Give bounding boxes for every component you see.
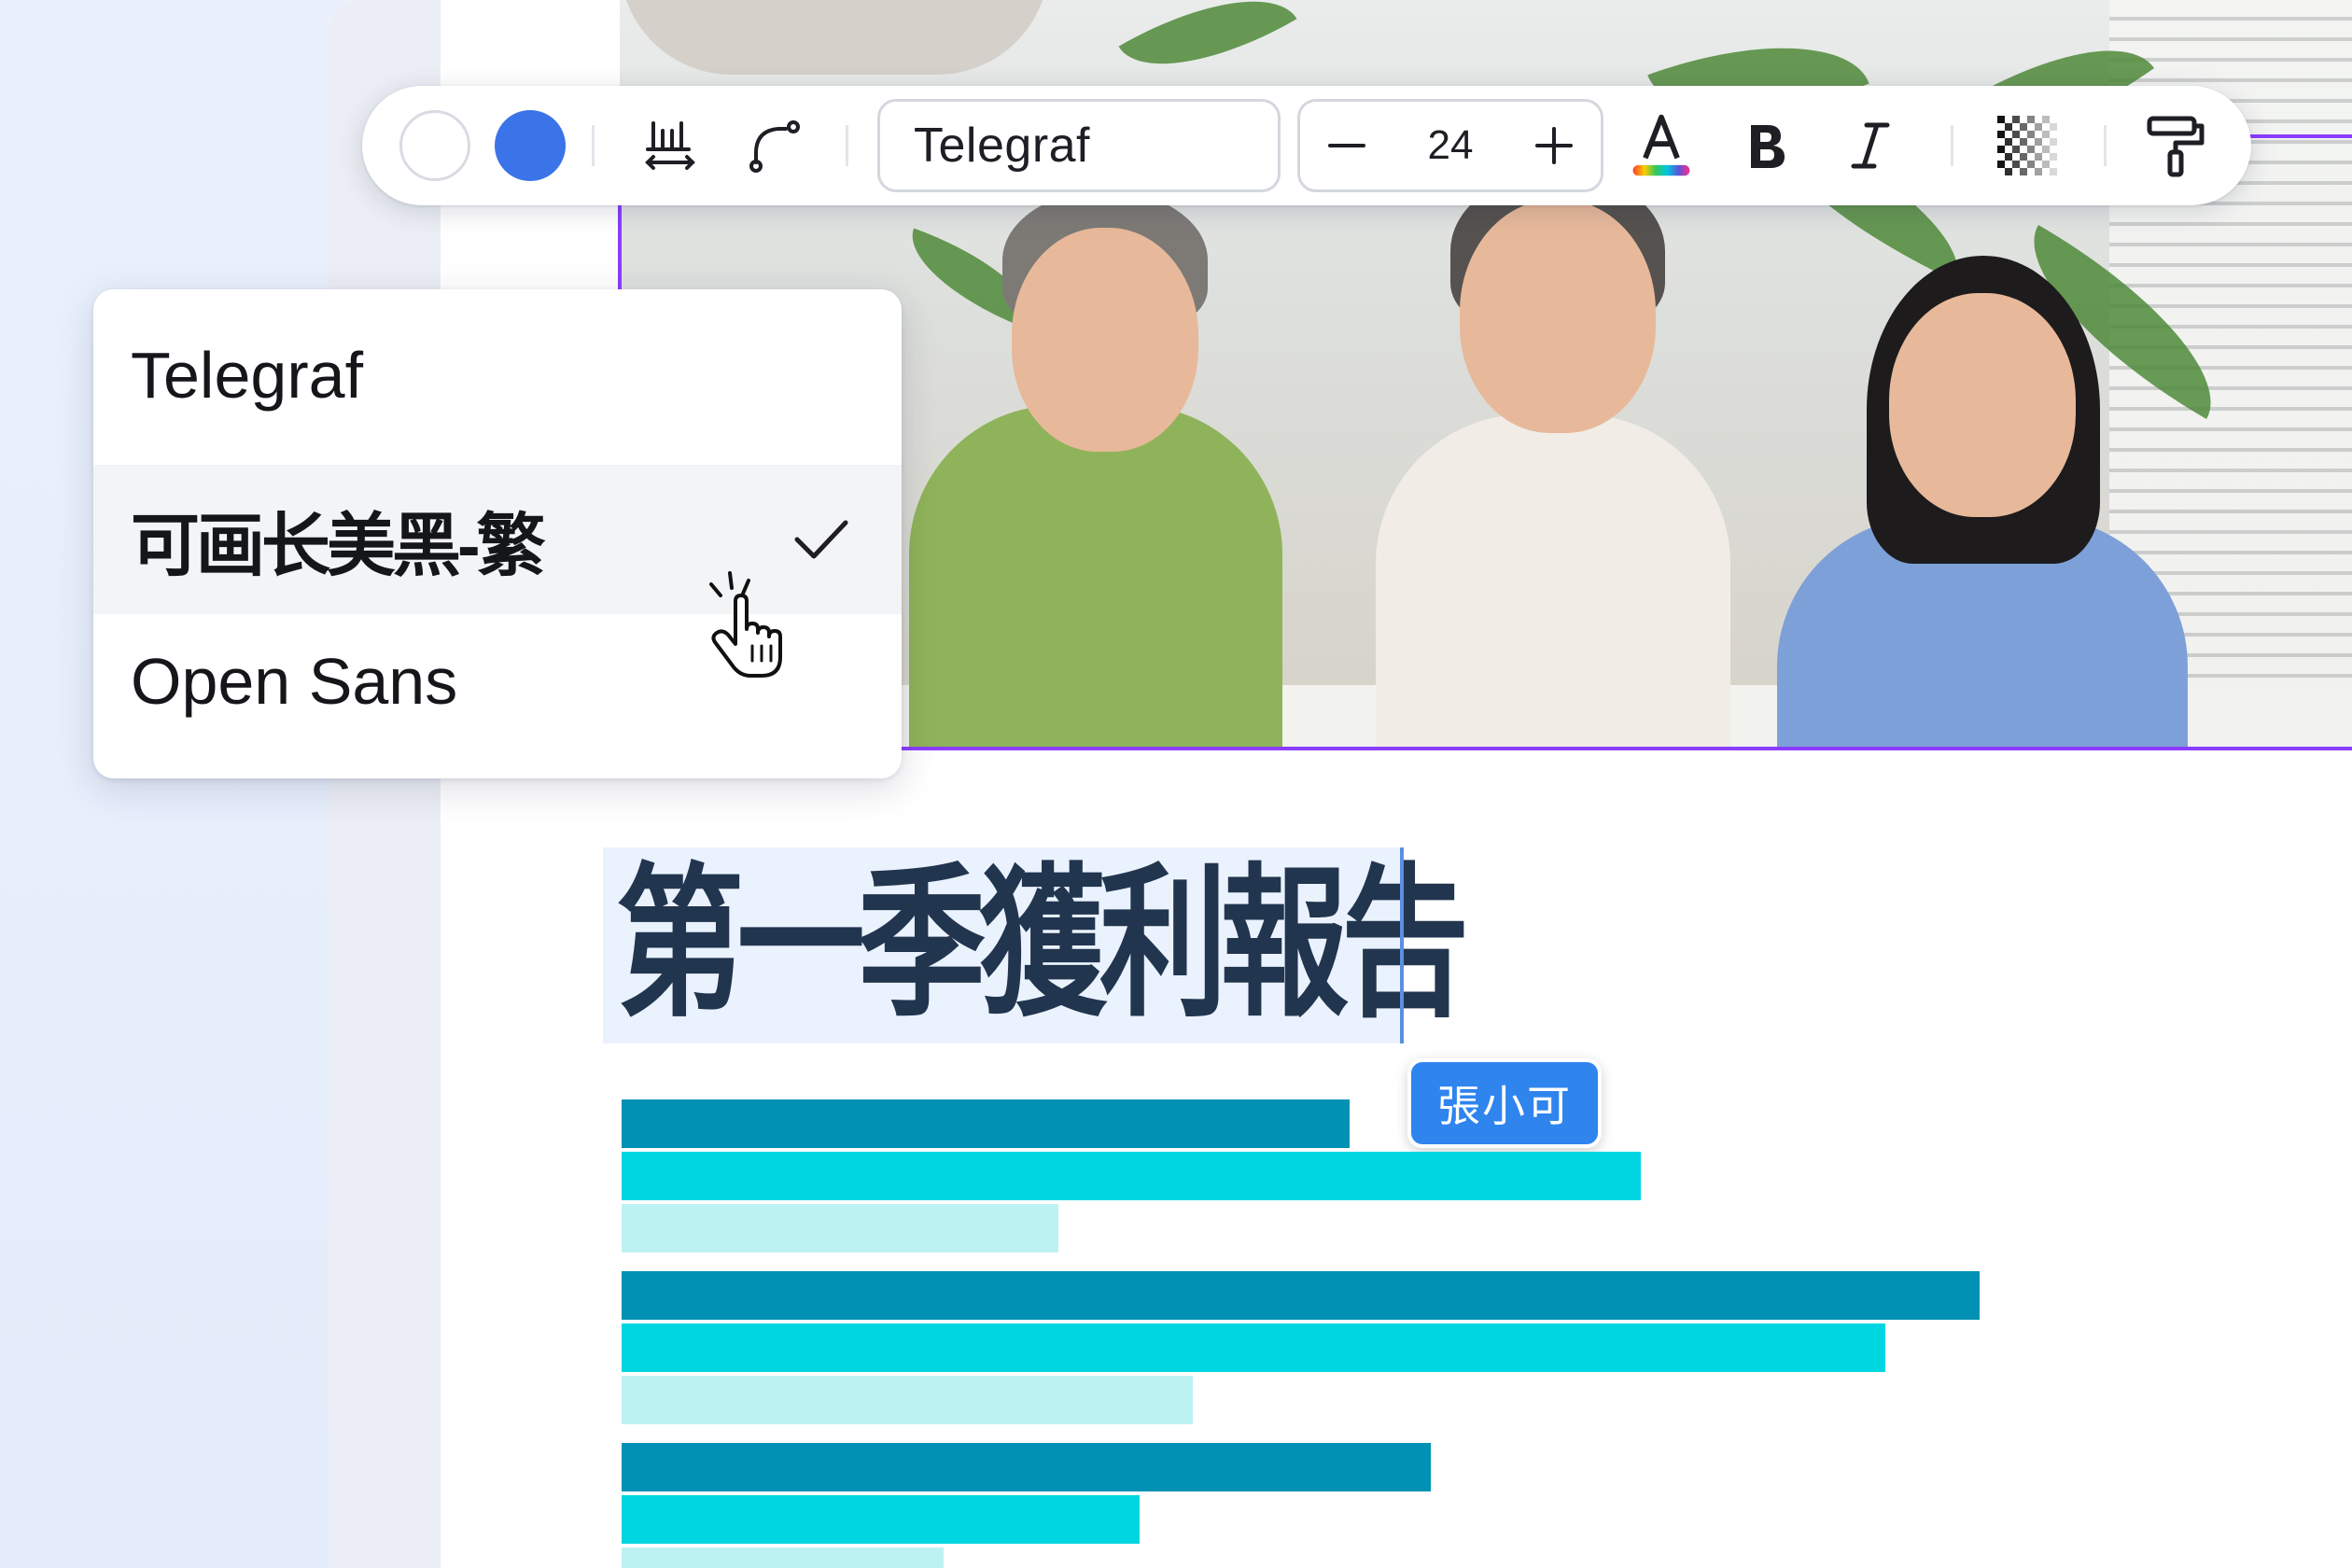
checkmark-icon bbox=[794, 520, 848, 559]
font-option-telegraf[interactable]: Telegraf bbox=[93, 301, 902, 450]
pointer-hand-icon bbox=[709, 571, 782, 678]
font-size-value[interactable]: 24 bbox=[1393, 102, 1507, 189]
toolbar-divider bbox=[1951, 125, 1953, 166]
italic-icon[interactable] bbox=[1835, 110, 1906, 181]
minus-icon bbox=[1328, 144, 1365, 147]
font-family-dropdown: Telegraf 可画长美黑-繁 Open Sans bbox=[93, 289, 902, 778]
font-family-select[interactable]: Telegraf bbox=[877, 99, 1281, 192]
person-man bbox=[900, 190, 1292, 750]
increase-font-size-button[interactable] bbox=[1507, 102, 1601, 189]
text-caret bbox=[1400, 847, 1404, 1043]
fill-color-swatch[interactable] bbox=[399, 110, 470, 181]
text-color-icon[interactable] bbox=[1626, 110, 1697, 181]
font-option-label: Open Sans bbox=[131, 645, 458, 718]
text-toolbar: Telegraf 24 bbox=[362, 86, 2251, 205]
person-woman bbox=[1366, 172, 1740, 750]
editor-side-strip bbox=[329, 0, 441, 1568]
font-size-stepper: 24 bbox=[1297, 99, 1603, 192]
curve-text-icon[interactable] bbox=[739, 110, 810, 181]
ceiling-lamp bbox=[620, 0, 1049, 75]
decrease-font-size-button[interactable] bbox=[1300, 102, 1393, 189]
text-spacing-icon[interactable] bbox=[635, 110, 706, 181]
font-family-value: Telegraf bbox=[914, 119, 1090, 173]
bold-icon[interactable] bbox=[1730, 110, 1801, 181]
paint-roller-icon[interactable] bbox=[2141, 110, 2212, 181]
font-option-label: 可画长美黑-繁 bbox=[131, 506, 546, 584]
page-title[interactable]: 第一季獲利報告 bbox=[616, 851, 1469, 1038]
toolbar-divider bbox=[846, 125, 848, 166]
person-young-woman bbox=[1777, 256, 2188, 750]
font-option-label: Telegraf bbox=[131, 339, 364, 412]
transparency-icon[interactable] bbox=[1992, 110, 2063, 181]
toolbar-divider bbox=[592, 125, 595, 166]
text-color-swatch[interactable] bbox=[495, 110, 566, 181]
toolbar-divider bbox=[2104, 125, 2107, 166]
plus-icon bbox=[1535, 127, 1573, 164]
collaborator-label: 張小可 bbox=[1407, 1058, 1602, 1148]
